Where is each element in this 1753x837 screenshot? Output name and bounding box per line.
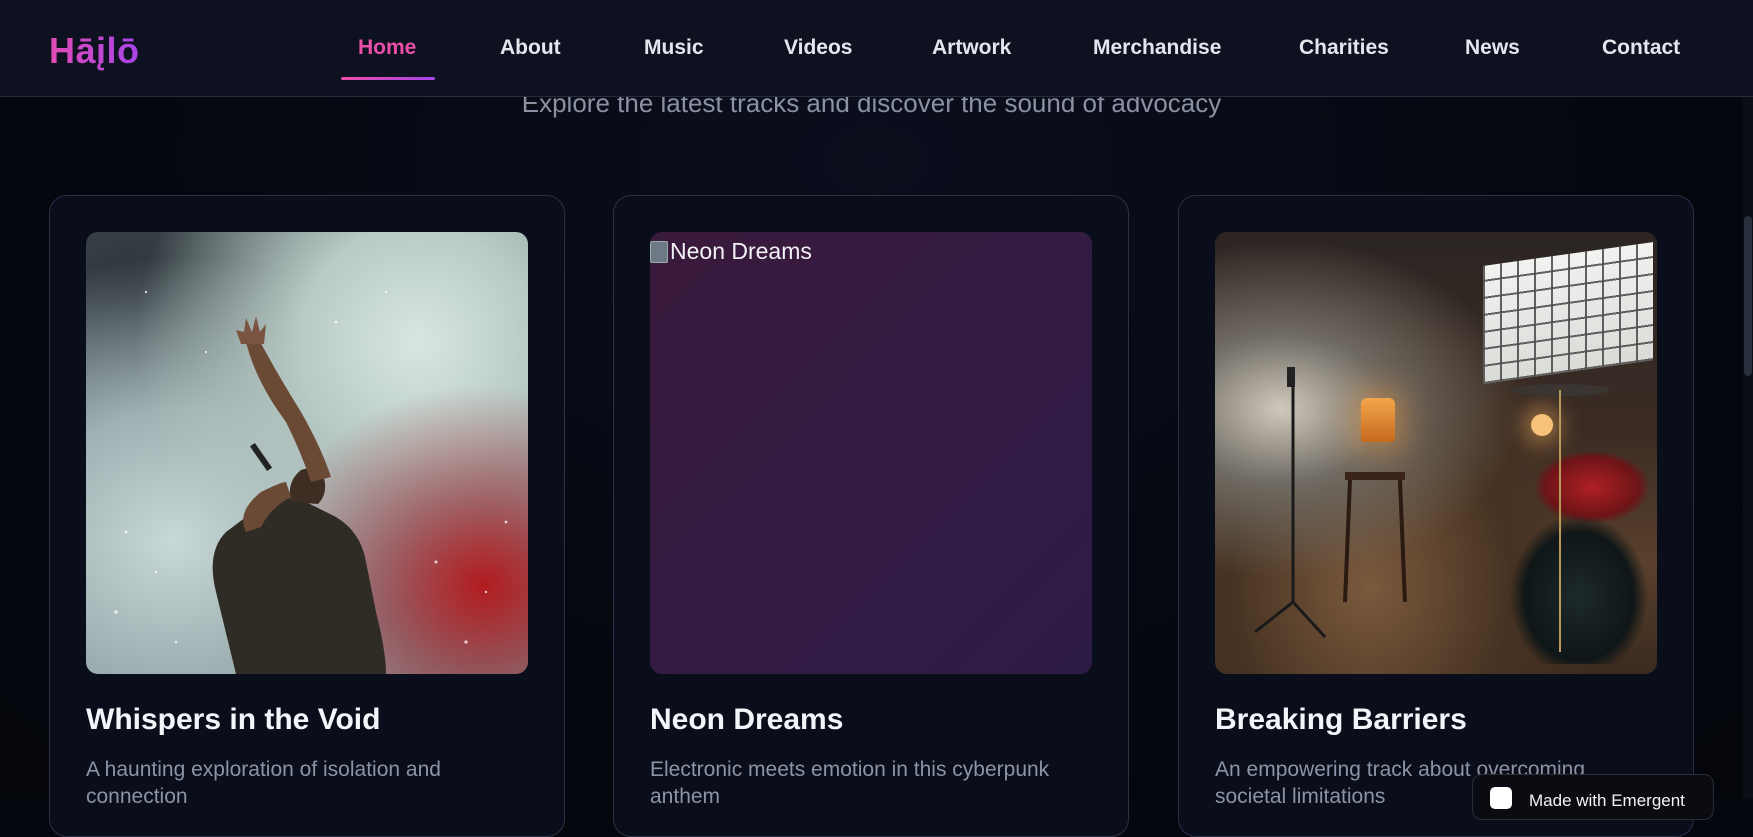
site-logo[interactable]: Hāįlō [49,30,140,72]
page-scrollbar[interactable] [1743,0,1753,799]
track-cover-image[interactable]: Neon Dreams [650,232,1092,674]
nav-charities[interactable]: Charities [1299,36,1389,60]
nav-videos[interactable]: Videos [784,36,852,60]
nav-active-underline [341,77,435,80]
track-title[interactable]: Whispers in the Void [86,703,380,737]
nav-about[interactable]: About [500,36,561,60]
nav-contact[interactable]: Contact [1602,36,1680,60]
track-card[interactable]: Neon Dreams Neon Dreams Electronic meets… [613,195,1129,837]
nav-home[interactable]: Home [358,36,416,60]
singer-photo [114,290,508,674]
nav-news[interactable]: News [1465,36,1520,60]
broken-image-alt: Neon Dreams [650,238,812,265]
track-card[interactable]: Whispers in the Void A haunting explorat… [49,195,565,837]
track-card[interactable]: Breaking Barriers An empowering track ab… [1178,195,1694,837]
scrollbar-thumb[interactable] [1744,216,1752,376]
track-cover-image[interactable] [86,232,528,674]
nav-music[interactable]: Music [644,36,704,60]
nav-artwork[interactable]: Artwork [932,36,1011,60]
made-with-badge[interactable]: Made with Emergent [1472,774,1714,820]
navbar: Hāįlō Home About Music Videos Artwork Me… [0,0,1753,97]
nav-merchandise[interactable]: Merchandise [1093,36,1221,60]
track-description: A haunting exploration of isolation and … [86,758,441,808]
broken-image-icon [650,240,668,263]
studio-photo [1254,367,1610,652]
track-description: Electronic meets emotion in this cyberpu… [650,758,1050,808]
broken-image-alt-text: Neon Dreams [670,238,812,264]
track-cover-image[interactable] [1215,232,1657,674]
emergent-logo-icon [1490,787,1512,809]
made-with-text: Made with Emergent [1529,791,1685,810]
track-title[interactable]: Neon Dreams [650,703,843,737]
track-title[interactable]: Breaking Barriers [1215,703,1467,737]
